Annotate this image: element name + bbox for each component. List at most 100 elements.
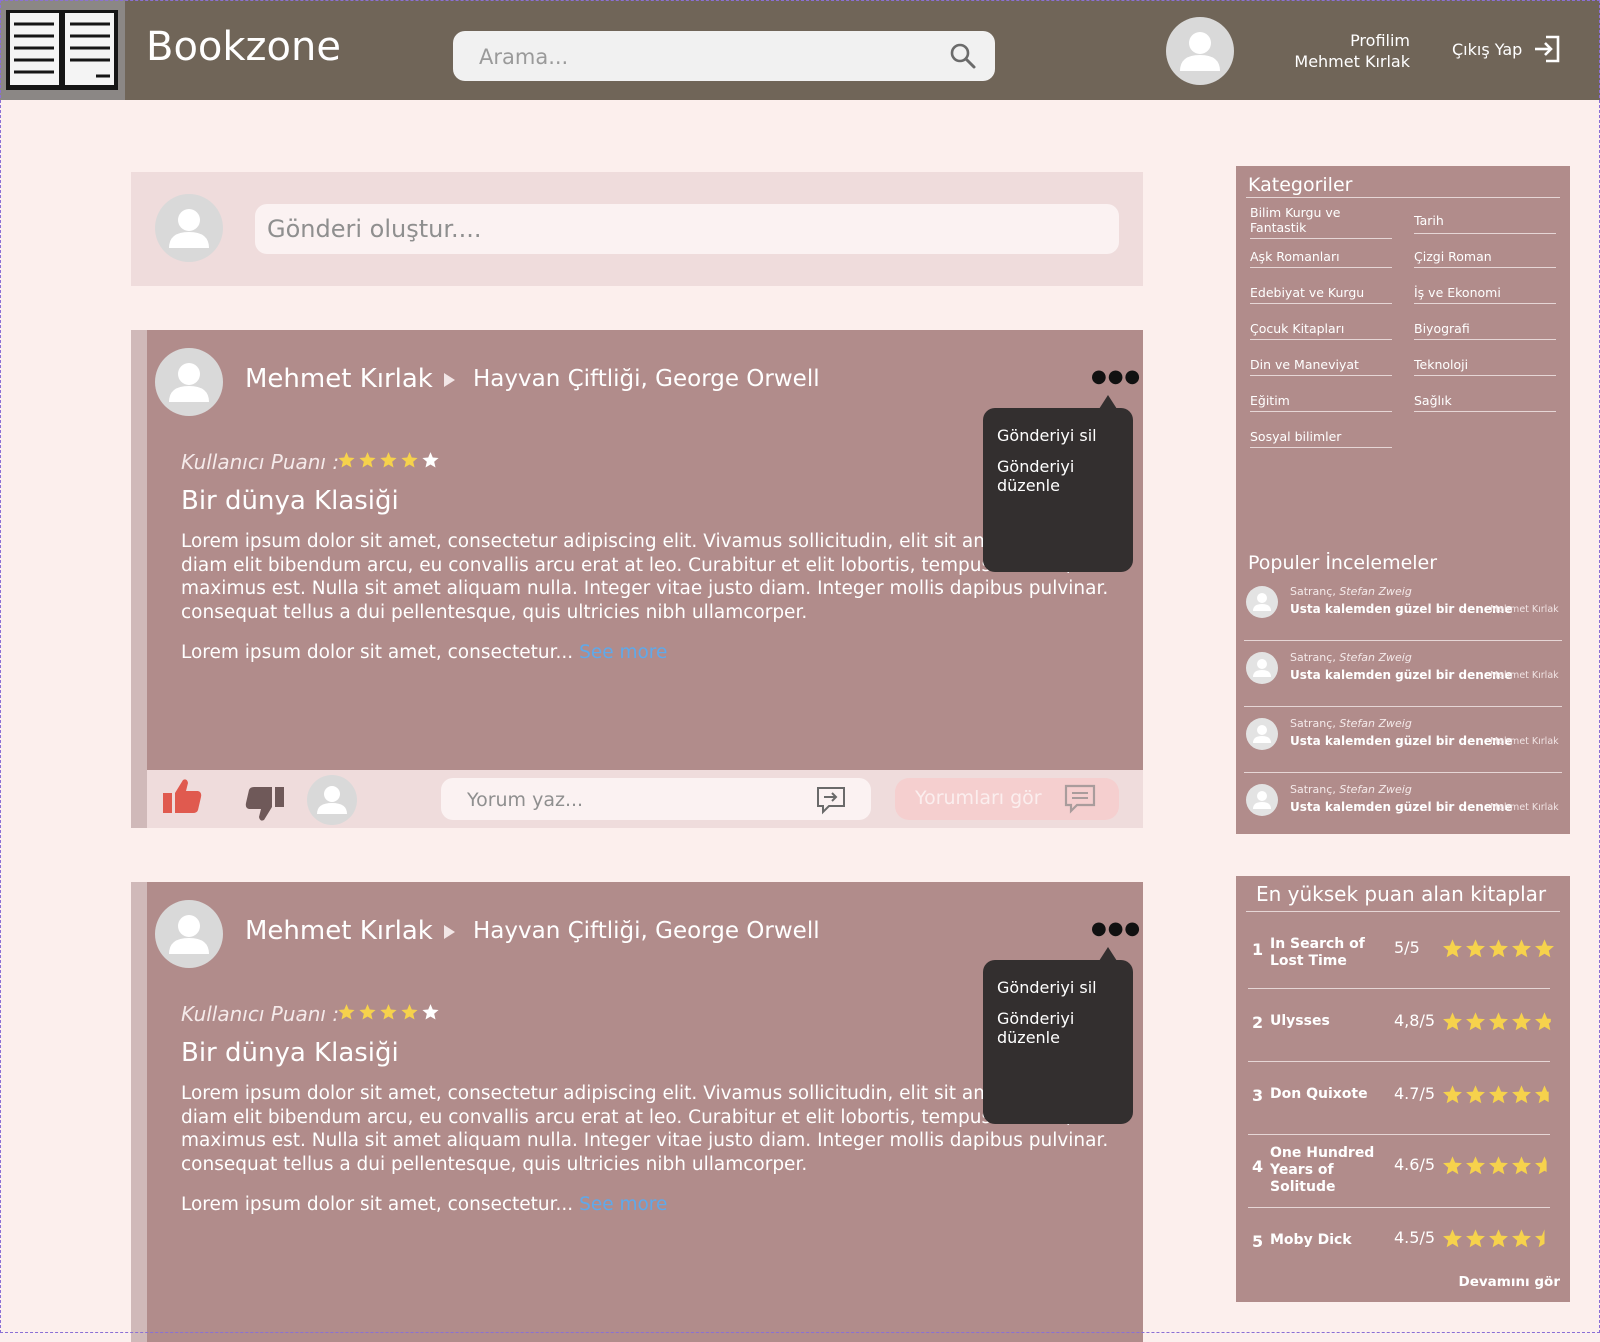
star-icon <box>1466 1156 1485 1175</box>
thumbs-up-icon[interactable] <box>161 777 205 817</box>
search-icon[interactable] <box>949 42 977 70</box>
open-book-icon <box>6 10 118 90</box>
delete-post-item[interactable]: Gönderiyi sil <box>997 426 1097 445</box>
user-avatar[interactable] <box>1166 17 1234 85</box>
category-item[interactable]: Aşk Romanları <box>1250 249 1392 268</box>
review-book-author: Stefan Zweig <box>1339 651 1412 664</box>
category-item[interactable]: Din ve Maneviyat <box>1250 357 1392 376</box>
star-icon <box>359 1004 376 1020</box>
book-title: Moby Dick <box>1270 1232 1352 1248</box>
review-book-author: Stefan Zweig <box>1339 717 1412 730</box>
star-icon <box>1443 1085 1462 1104</box>
profile-link[interactable]: Profilim Mehmet Kırlak <box>1280 30 1410 72</box>
see-more-link[interactable]: See more <box>579 1194 667 1215</box>
star-icon <box>1466 1229 1485 1248</box>
category-item[interactable]: Eğitim <box>1250 393 1392 412</box>
book-title: One Hundred Years of Solitude <box>1270 1145 1375 1195</box>
category-item[interactable]: Tarih <box>1414 213 1556 234</box>
see-comments-button[interactable]: Yorumları gör <box>895 778 1119 820</box>
category-item[interactable]: Biyografi <box>1414 321 1556 340</box>
top-book-item[interactable]: 5 Moby Dick 4.5/5 <box>1248 1208 1550 1280</box>
post-author[interactable]: Mehmet Kırlak <box>245 916 433 946</box>
see-more-link[interactable]: See more <box>579 642 667 663</box>
post-actions-bar: Yorumları gör <box>147 770 1143 828</box>
star-icon <box>1489 1229 1508 1248</box>
comment-input[interactable] <box>465 778 799 822</box>
star-icon <box>1489 1085 1508 1104</box>
category-item[interactable]: Çizgi Roman <box>1414 249 1556 268</box>
see-more-books-link[interactable]: Devamını gör <box>1458 1274 1560 1290</box>
post-author-avatar-icon[interactable] <box>155 900 223 968</box>
post-author[interactable]: Mehmet Kırlak <box>245 364 433 394</box>
delete-post-item[interactable]: Gönderiyi sil <box>997 978 1097 997</box>
search-input[interactable] <box>477 31 941 83</box>
play-arrow-icon <box>444 925 455 939</box>
review-text: Usta kalemden güzel bir deneme <box>1290 734 1513 748</box>
top-book-item[interactable]: 1 In Search of Lost Time 5/5 <box>1248 916 1554 989</box>
more-options-icon[interactable]: ●●● <box>1091 920 1141 938</box>
book-stars <box>1442 1228 1555 1249</box>
top-book-item[interactable]: 2 Ulysses 4,8/5 <box>1248 989 1551 1062</box>
category-item[interactable]: Çocuk Kitapları <box>1250 321 1392 340</box>
review-user: Mehmet Kırlak <box>1490 802 1559 813</box>
star-icon <box>1466 1085 1485 1104</box>
popular-review-item[interactable]: Satranç, Stefan Zweig Usta kalemden güze… <box>1244 774 1562 838</box>
review-book-title: Satranç, <box>1290 651 1336 664</box>
star-icon <box>380 452 397 468</box>
popular-review-item[interactable]: Satranç, Stefan Zweig Usta kalemden güze… <box>1244 642 1562 707</box>
post-book[interactable]: Hayvan Çiftliği, George Orwell <box>473 366 820 392</box>
top-book-item[interactable]: 3 Don Quixote 4.7/5 <box>1248 1062 1550 1135</box>
play-arrow-icon <box>444 373 455 387</box>
edit-post-item[interactable]: Gönderiyi düzenle <box>997 457 1107 495</box>
categories-title: Kategoriler <box>1248 174 1353 196</box>
thumbs-down-icon[interactable] <box>242 785 286 825</box>
review-user: Mehmet Kırlak <box>1490 604 1559 615</box>
category-item[interactable]: İş ve Ekonomi <box>1414 285 1556 304</box>
review-book-title: Satranç, <box>1290 717 1336 730</box>
reviewer-avatar-icon <box>1246 718 1278 750</box>
post-book[interactable]: Hayvan Çiftliği, George Orwell <box>473 918 820 944</box>
book-score: 4,8/5 <box>1394 1011 1436 1030</box>
review-book: Satranç, Stefan Zweig <box>1290 717 1412 730</box>
menu-notch <box>1099 395 1117 409</box>
brand-name[interactable]: Bookzone <box>146 24 341 70</box>
book-title: Ulysses <box>1270 1013 1330 1029</box>
category-item[interactable]: Edebiyat ve Kurgu <box>1250 285 1392 304</box>
star-icon <box>1466 939 1485 958</box>
edit-post-item[interactable]: Gönderiyi düzenle <box>997 1009 1107 1047</box>
post-card: Mehmet Kırlak Hayvan Çiftliği, George Or… <box>131 882 1143 1342</box>
star-icon <box>359 452 376 468</box>
logout-button[interactable]: Çıkış Yap <box>1452 34 1562 64</box>
book-rank: 2 <box>1252 1013 1264 1032</box>
post-accent-bar <box>131 330 147 828</box>
post-excerpt: Lorem ipsum dolor sit amet, consectetur.… <box>181 642 667 663</box>
reviewer-avatar-icon <box>1246 652 1278 684</box>
post-card: Mehmet Kırlak Hayvan Çiftliği, George Or… <box>131 330 1143 828</box>
star-icon <box>1489 1012 1508 1031</box>
review-user: Mehmet Kırlak <box>1490 736 1559 747</box>
composer-input[interactable] <box>255 204 1119 254</box>
popular-reviews-title: Populer İncelemeler <box>1248 552 1438 574</box>
star-icon <box>1443 1012 1462 1031</box>
category-item[interactable]: Teknoloji <box>1414 357 1556 376</box>
comment-box <box>441 778 871 822</box>
top-book-item[interactable]: 4 One Hundred Years of Solitude 4.6/5 <box>1248 1135 1550 1208</box>
book-score: 5/5 <box>1394 938 1420 957</box>
post-author-avatar-icon[interactable] <box>155 348 223 416</box>
more-options-icon[interactable]: ●●● <box>1091 368 1141 386</box>
send-comment-icon[interactable] <box>815 785 847 815</box>
popular-review-item[interactable]: Satranç, Stefan Zweig Usta kalemden güze… <box>1244 576 1562 641</box>
logo[interactable] <box>0 0 125 100</box>
logout-label: Çıkış Yap <box>1452 39 1523 59</box>
category-item[interactable]: Bilim Kurgu ve Fantastik <box>1250 205 1392 239</box>
popular-review-item[interactable]: Satranç, Stefan Zweig Usta kalemden güze… <box>1244 708 1562 773</box>
post-options-menu: Gönderiyi sil Gönderiyi düzenle <box>983 395 1133 572</box>
star-icon <box>1512 939 1531 958</box>
category-item[interactable]: Sosyal bilimler <box>1250 429 1392 448</box>
excerpt-text: Lorem ipsum dolor sit amet, consectetur.… <box>181 1194 574 1215</box>
review-book: Satranç, Stefan Zweig <box>1290 651 1412 664</box>
user-rating-stars <box>337 451 440 469</box>
book-stars <box>1442 1084 1555 1105</box>
top-rated-title: En yüksek puan alan kitaplar <box>1256 882 1547 906</box>
category-item[interactable]: Sağlık <box>1414 393 1556 412</box>
